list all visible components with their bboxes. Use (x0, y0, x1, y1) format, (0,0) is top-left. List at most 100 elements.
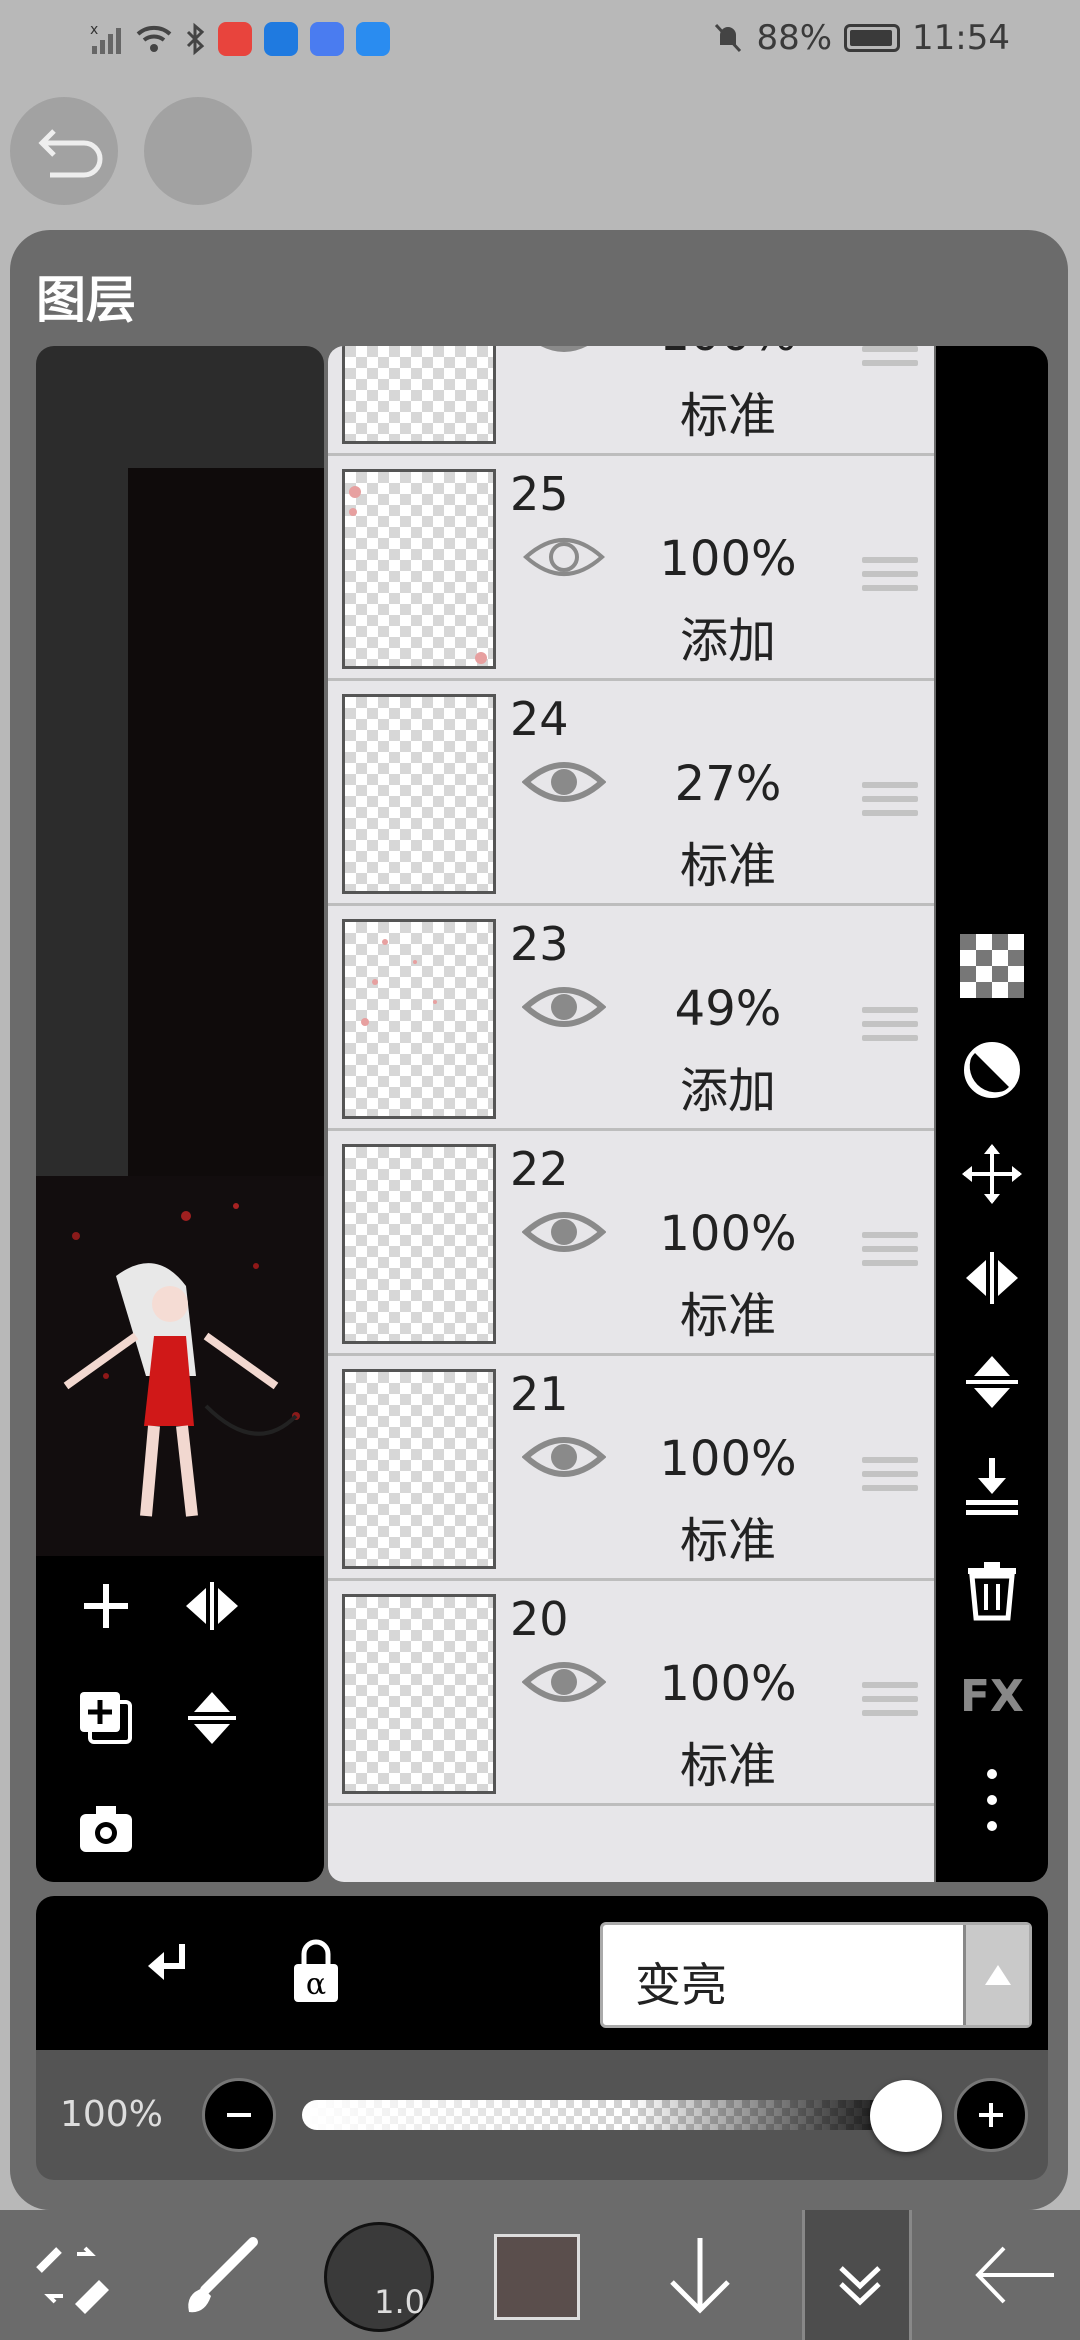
flip-horizontal-preview-button[interactable] (176, 1570, 248, 1642)
layer-number: 23 (510, 917, 569, 971)
flip-horizontal-icon (186, 1582, 238, 1630)
merge-down-button[interactable] (956, 1450, 1028, 1522)
layer-thumbnail (342, 469, 496, 669)
thumbnail-content (361, 939, 437, 1026)
transparency-button[interactable] (956, 930, 1028, 1002)
color-swatch-button[interactable] (494, 2234, 580, 2320)
layer-thumbnail (342, 1594, 496, 1794)
layer-row[interactable]: 25 100% 添加 (328, 459, 934, 681)
hidden-eye-icon[interactable] (522, 531, 606, 583)
flip-horizontal-button[interactable] (956, 1242, 1028, 1314)
app-icon-blue (264, 22, 298, 56)
drag-handle-icon[interactable] (862, 557, 918, 599)
layer-thumbnail (342, 346, 496, 444)
canvas-preview-column (36, 346, 324, 1882)
blend-mode-select[interactable]: 变亮 (600, 1922, 1032, 2028)
back-button[interactable] (960, 2210, 1070, 2340)
brush-eraser-swap-icon (36, 2246, 109, 2314)
canvas-thumbnail[interactable] (36, 1176, 324, 1556)
arrow-down-icon (670, 2238, 730, 2314)
layer-row[interactable]: 21 100% 标准 (328, 1359, 934, 1581)
layer-thumbnail (342, 1369, 496, 1569)
layer-blend-mode: 标准 (679, 1738, 776, 1794)
layer-panel-toggle-button[interactable] (802, 2210, 912, 2340)
thumbnail-content (349, 486, 487, 664)
layer-opacity: 100% (628, 346, 828, 362)
bluetooth-icon (186, 22, 205, 56)
visibility-eye-icon[interactable] (522, 1431, 606, 1483)
drag-handle-icon[interactable] (862, 1457, 918, 1499)
visibility-eye-icon[interactable] (522, 346, 606, 358)
layer-down-button[interactable] (650, 2210, 750, 2340)
layer-row[interactable]: 26 100% 标准 (328, 346, 934, 456)
delete-layer-button[interactable] (956, 1554, 1028, 1626)
visibility-eye-icon[interactable] (522, 981, 606, 1033)
undo-button[interactable] (10, 97, 118, 205)
layer-thumbnail (342, 1144, 496, 1344)
alpha-lock-button[interactable]: α (280, 1936, 352, 2008)
status-left: x (90, 22, 390, 56)
drag-handle-icon[interactable] (862, 1682, 918, 1724)
clock: 11:54 (912, 18, 1010, 58)
arrow-left-icon (975, 2246, 1054, 2304)
flip-horizontal-icon (966, 1252, 1018, 1304)
adjust-button[interactable] (956, 1034, 1028, 1106)
layer-row[interactable]: 22 100% 标准 (328, 1134, 934, 1356)
opacity-decrease-button[interactable] (202, 2078, 276, 2152)
brush-size-value: 1.0 (374, 2283, 425, 2321)
plus-icon (84, 1584, 128, 1628)
redo-button[interactable] (144, 97, 252, 205)
brush-button[interactable] (170, 2210, 270, 2340)
opacity-slider[interactable] (302, 2100, 902, 2130)
drag-handle-icon[interactable] (862, 1232, 918, 1274)
flip-vertical-icon (188, 1692, 236, 1744)
layer-row[interactable]: 24 27% 标准 (328, 684, 934, 906)
drag-handle-icon[interactable] (862, 1007, 918, 1049)
visibility-eye-icon[interactable] (522, 756, 606, 808)
merge-down-icon (966, 1458, 1018, 1515)
opacity-slider-knob[interactable] (870, 2080, 942, 2152)
camera-button[interactable] (70, 1792, 142, 1864)
layer-opacity: 100% (659, 1656, 797, 1712)
opacity-increase-button[interactable] (954, 2078, 1028, 2152)
duplicate-layer-button[interactable] (70, 1682, 142, 1754)
move-icon (962, 1144, 1022, 1204)
flip-vertical-button[interactable] (956, 1346, 1028, 1418)
drag-handle-icon[interactable] (862, 782, 918, 824)
panel-title: 图层 (36, 271, 136, 329)
flip-vertical-preview-button[interactable] (176, 1682, 248, 1754)
brush-size-button[interactable]: 1.0 (324, 2222, 434, 2332)
dropdown-arrow-icon[interactable] (963, 1925, 1029, 2025)
add-layer-button[interactable] (70, 1570, 142, 1642)
app-icon-music (310, 22, 344, 56)
layer-blend-mode: 添加 (679, 1063, 776, 1119)
wifi-icon (136, 25, 172, 52)
opacity-bar: 100% (36, 2050, 1048, 2180)
tool-switch-button[interactable] (20, 2210, 120, 2340)
layer-number: 24 (510, 692, 569, 746)
more-icon (987, 1769, 997, 1831)
flip-vertical-icon (966, 1356, 1018, 1408)
transparency-icon (960, 934, 1024, 998)
battery-icon (844, 24, 901, 52)
layer-opacity: 100% (659, 1431, 797, 1487)
visibility-eye-icon[interactable] (522, 1206, 606, 1258)
layer-row[interactable]: 23 49% 添加 (328, 909, 934, 1131)
layers-list[interactable]: 26 100% 标准 25 100% 添加 24 27% 标准 (328, 346, 934, 1882)
trash-icon (968, 1562, 1016, 1621)
drag-handle-icon[interactable] (862, 346, 918, 374)
visibility-eye-icon[interactable] (522, 1656, 606, 1708)
layer-opacity: 100% (659, 1206, 797, 1262)
layer-blend-mode: 添加 (679, 613, 776, 669)
app-icon-red (218, 22, 252, 56)
more-button[interactable] (956, 1764, 1028, 1836)
layer-blend-mode: 标准 (679, 1513, 776, 1569)
move-button[interactable] (956, 1138, 1028, 1210)
layer-row[interactable]: 20 100% 标准 (328, 1584, 934, 1806)
clipping-button[interactable] (130, 1936, 202, 2008)
fx-button[interactable]: FX (956, 1660, 1028, 1732)
status-right: 88% 11:54 (712, 18, 1010, 58)
fx-icon: FX (960, 1670, 1024, 1722)
layer-number: 20 (510, 1592, 569, 1646)
blend-mode-bar: α 变亮 (36, 1896, 1048, 2050)
